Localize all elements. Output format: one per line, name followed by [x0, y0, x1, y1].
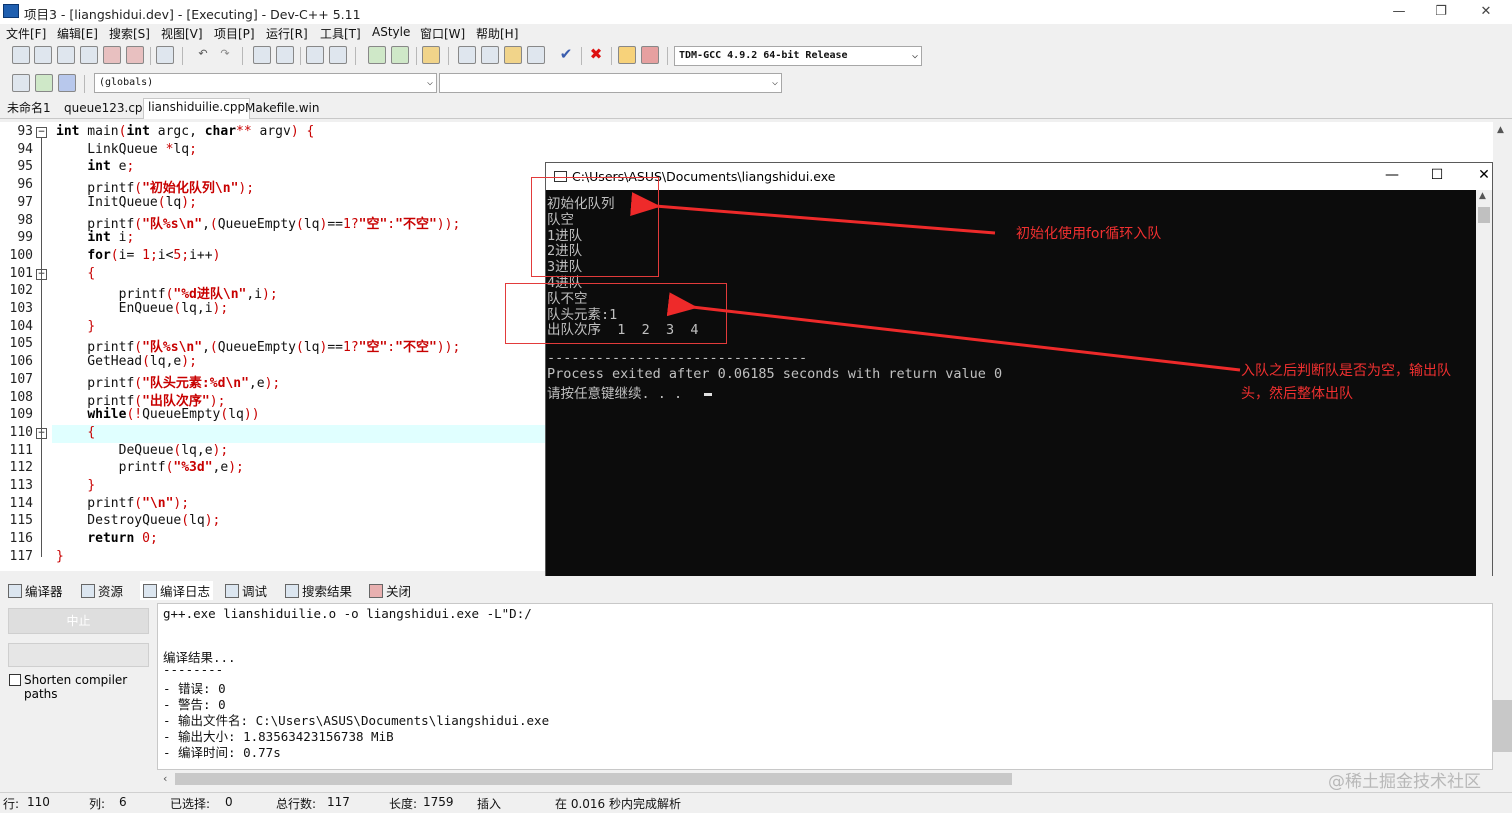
- devcpp-window: 项目3 - [liangshidui.dev] - [Executing] - …: [0, 0, 1512, 813]
- log-chart-icon: [143, 584, 157, 598]
- arrow-init: [630, 192, 996, 235]
- tab-resources-label: 资源: [98, 584, 124, 599]
- search-icon: [285, 584, 299, 598]
- abort-button[interactable]: 中止: [8, 608, 149, 634]
- tab-close[interactable]: 关闭: [369, 581, 411, 600]
- tab-compile-log-label: 编译日志: [160, 584, 211, 599]
- annotation-note-queue-2: 头，然后整体出队: [1241, 386, 1353, 402]
- log-horizontal-scrollbar[interactable]: ‹: [157, 770, 1493, 788]
- log-line: --------: [163, 662, 224, 677]
- status-mode: 插入: [477, 797, 502, 811]
- status-len-label: 长度:: [389, 797, 418, 811]
- resources-icon: [81, 584, 95, 598]
- compile-controls: 中止 Shorten compiler paths: [0, 603, 157, 790]
- status-len: 1759: [423, 795, 454, 809]
- tab-debug[interactable]: 调试: [225, 581, 267, 600]
- status-col: 6: [119, 795, 127, 809]
- tab-compiler[interactable]: 编译器: [8, 581, 63, 600]
- tab-search-results-label: 搜索结果: [302, 584, 353, 599]
- log-line: g++.exe lianshiduilie.o -o liangshidui.e…: [163, 606, 532, 621]
- debug-check-icon: [225, 584, 239, 598]
- status-sel: 0: [225, 795, 233, 809]
- compile-log[interactable]: g++.exe lianshiduilie.o -o liangshidui.e…: [157, 603, 1493, 770]
- status-sel-label: 已选择:: [170, 797, 211, 811]
- annotation-note-init: 初始化使用for循环入队: [1016, 226, 1162, 242]
- tab-search-results[interactable]: 搜索结果: [285, 581, 352, 600]
- status-total: 117: [327, 795, 350, 809]
- bottom-tabs: 编译器 资源 编译日志 调试 搜索结果 关闭: [0, 576, 1512, 603]
- status-parse: 在 0.016 秒内完成解析: [555, 797, 681, 811]
- scroll-left-icon[interactable]: ‹: [163, 772, 167, 785]
- scroll-thumb[interactable]: [175, 773, 1012, 785]
- tab-resources[interactable]: 资源: [81, 581, 123, 600]
- tab-close-label: 关闭: [386, 584, 412, 599]
- status-row: 110: [27, 795, 50, 809]
- log-vertical-scroll-thumb[interactable]: [1493, 700, 1512, 752]
- annotation-note-queue-1: 入队之后判断队是否为空，输出队: [1241, 363, 1451, 379]
- status-total-label: 总行数:: [276, 797, 317, 811]
- log-line: - 编译时间: 0.77s: [163, 745, 281, 760]
- tab-compile-log[interactable]: 编译日志: [140, 581, 214, 600]
- tab-debug-label: 调试: [242, 584, 268, 599]
- watermark: @稀土掘金技术社区: [1328, 772, 1481, 792]
- status-bar: 行: 110 列: 6 已选择: 0 总行数: 117 长度: 1759 插入 …: [0, 792, 1512, 813]
- status-row-label: 行:: [3, 797, 20, 811]
- close-icon: [369, 584, 383, 598]
- compiler-icon: [8, 584, 22, 598]
- progress-bar: [8, 643, 149, 667]
- tab-compiler-label: 编译器: [25, 584, 63, 599]
- status-col-label: 列:: [89, 797, 106, 811]
- shorten-paths-checkbox[interactable]: [9, 674, 21, 686]
- arrow-queue: [666, 292, 1241, 372]
- shorten-paths-label: Shorten compiler paths: [24, 673, 128, 701]
